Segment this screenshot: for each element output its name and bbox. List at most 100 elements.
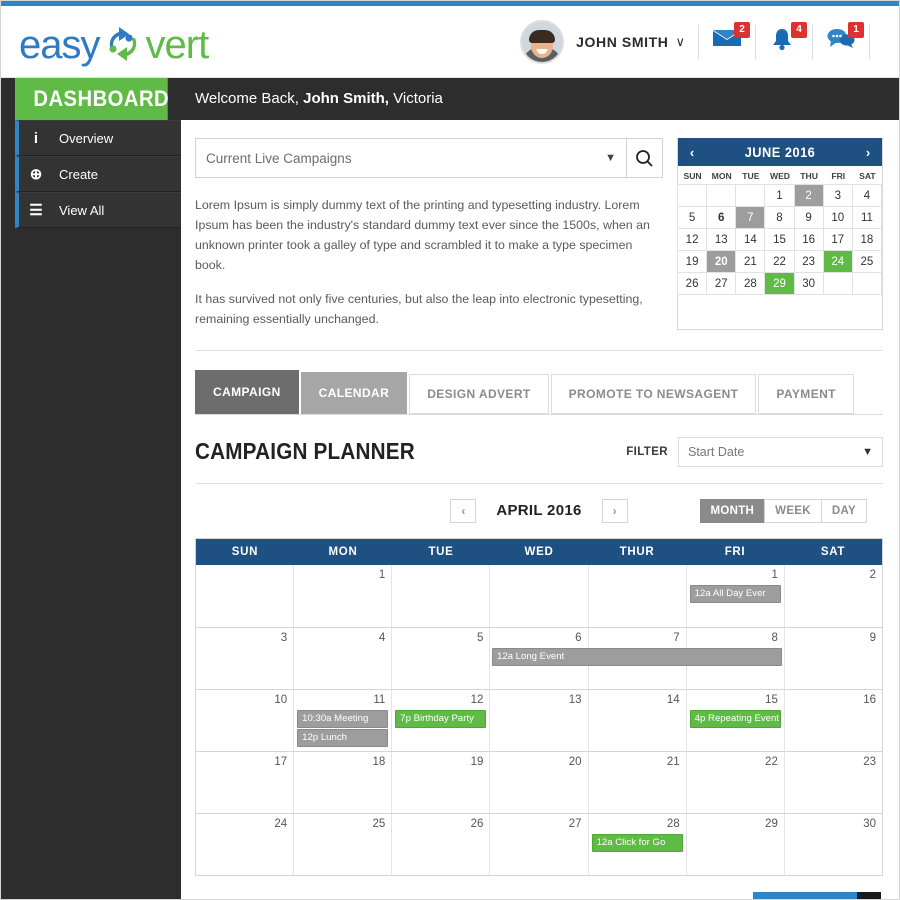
- sidebar-item-overview[interactable]: i Overview: [15, 120, 181, 156]
- sidebar-item-label: Create: [59, 166, 99, 182]
- mini-calendar-day[interactable]: 14: [735, 228, 766, 251]
- calendar-day-cell[interactable]: 3: [196, 628, 293, 689]
- calendar-day-cell[interactable]: 15 4p Repeating Event: [685, 689, 784, 751]
- mini-calendar-day[interactable]: 12: [677, 228, 708, 251]
- search-input[interactable]: Current Live Campaigns ▼: [195, 138, 627, 178]
- mini-calendar-day[interactable]: 29: [764, 272, 795, 295]
- calendar-day-cell[interactable]: [391, 564, 489, 627]
- tab-promote-to-newsagent[interactable]: PROMOTE TO NEWSAGENT: [550, 373, 757, 414]
- calendar-day-cell[interactable]: 16: [783, 689, 882, 751]
- calendar-event-span[interactable]: 12a Long Event: [492, 647, 782, 666]
- calendar-day-cell[interactable]: 20: [489, 751, 587, 813]
- mini-calendar-day[interactable]: 23: [793, 250, 824, 273]
- mini-calendar-prev-button[interactable]: ‹: [678, 145, 706, 160]
- calendar-day-cell[interactable]: 14: [587, 689, 686, 751]
- calendar-day-cell[interactable]: 17: [196, 752, 293, 813]
- logo-vert-text: vert: [145, 22, 210, 67]
- calendar-event[interactable]: 12a Click for Go: [591, 833, 683, 852]
- calendar-day-cell[interactable]: 30: [783, 813, 882, 875]
- mini-calendar-day[interactable]: 6: [706, 206, 737, 229]
- calendar-day-cell[interactable]: [587, 564, 686, 627]
- view-button-month[interactable]: MONTH: [699, 498, 766, 523]
- tab-calendar[interactable]: CALENDAR: [300, 371, 408, 414]
- calendar-event[interactable]: 12p Lunch: [297, 728, 389, 747]
- calendar-day-cell[interactable]: 13: [489, 689, 587, 751]
- mini-calendar-day[interactable]: 28: [735, 272, 766, 295]
- mini-calendar-day[interactable]: 16: [793, 228, 824, 251]
- tab-payment[interactable]: PAYMENT: [758, 373, 854, 414]
- calendar-event[interactable]: 10:30a Meeting: [297, 709, 389, 728]
- calendar-event[interactable]: 4p Repeating Event: [689, 709, 781, 728]
- continue-button[interactable]: CONTINUE ›: [753, 891, 881, 899]
- mini-calendar-day[interactable]: 19: [677, 250, 708, 273]
- calendar-day-cell[interactable]: 4: [293, 627, 391, 689]
- calendar-day-cell[interactable]: 9: [783, 627, 882, 689]
- mini-calendar-day[interactable]: 2: [793, 184, 824, 207]
- calendar-day-cell[interactable]: 29: [685, 813, 784, 875]
- calendar-day-cell[interactable]: 25: [293, 813, 391, 875]
- mini-calendar-day[interactable]: 13: [706, 228, 737, 251]
- avatar[interactable]: [520, 19, 565, 64]
- chat-icon[interactable]: 1: [826, 21, 864, 57]
- dow-label: MON: [711, 171, 732, 181]
- mini-calendar-day[interactable]: 3: [822, 184, 853, 207]
- mini-calendar-day[interactable]: 20: [706, 250, 737, 273]
- calendar-day-cell[interactable]: 2: [783, 564, 882, 627]
- chevron-down-icon[interactable]: ∨: [675, 34, 685, 50]
- mini-calendar-day[interactable]: 18: [851, 228, 882, 251]
- calendar-day-cell[interactable]: [489, 564, 587, 627]
- calendar-day-cell[interactable]: 21: [587, 751, 686, 813]
- mini-calendar-day[interactable]: 26: [677, 272, 708, 295]
- filter-select[interactable]: Start Date ▼: [678, 436, 883, 467]
- calendar-day-cell[interactable]: 10: [196, 690, 293, 751]
- mail-icon[interactable]: 2: [712, 21, 750, 57]
- mini-calendar-day[interactable]: 24: [822, 250, 853, 273]
- calendar-day-cell[interactable]: 28 12a Click for Go: [587, 813, 686, 875]
- mini-calendar-day[interactable]: 7: [735, 206, 766, 229]
- view-button-week[interactable]: WEEK: [764, 498, 822, 523]
- calendar-day-cell[interactable]: 1: [293, 564, 391, 627]
- calendar-day-cell[interactable]: 11 10:30a Meeting 12p Lunch: [293, 689, 391, 751]
- calendar-day-cell[interactable]: 23: [783, 751, 882, 813]
- calendar-day-cell[interactable]: 26: [391, 813, 489, 875]
- mini-calendar-day[interactable]: 25: [851, 250, 882, 273]
- mini-calendar-day[interactable]: 11: [851, 206, 882, 229]
- mini-calendar-day[interactable]: 5: [677, 206, 708, 229]
- calendar-day-cell[interactable]: 22: [685, 751, 784, 813]
- mini-calendar-day[interactable]: 1: [764, 184, 795, 207]
- chevron-down-icon[interactable]: ▼: [605, 152, 616, 164]
- mini-calendar-day[interactable]: 15: [764, 228, 795, 251]
- calendar-day-cell[interactable]: 18: [293, 751, 391, 813]
- mini-calendar-day[interactable]: 21: [735, 250, 766, 273]
- calendar-day-cell[interactable]: 5: [391, 627, 489, 689]
- mini-calendar-day[interactable]: 8: [764, 206, 795, 229]
- calendar-day-cell[interactable]: 1 12a All Day Ever: [685, 564, 784, 627]
- calendar-day-cell[interactable]: 12 7p Birthday Party: [391, 689, 489, 751]
- mini-calendar-day[interactable]: 22: [764, 250, 795, 273]
- mini-calendar-day[interactable]: 9: [793, 206, 824, 229]
- mini-calendar-day[interactable]: 30: [793, 272, 824, 295]
- calendar-prev-button[interactable]: ‹: [450, 498, 477, 523]
- calendar-next-button[interactable]: ›: [601, 498, 628, 523]
- sidebar-item-view-all[interactable]: ☰ View All: [15, 192, 181, 228]
- mini-calendar-day[interactable]: 4: [851, 184, 882, 207]
- bell-icon[interactable]: 4: [769, 21, 807, 57]
- tab-design-advert[interactable]: DESIGN ADVERT: [409, 373, 549, 414]
- calendar-event[interactable]: 12a All Day Ever: [689, 584, 781, 603]
- sidebar-item-create[interactable]: ⊕ Create: [15, 156, 181, 192]
- calendar-day-cell[interactable]: 27: [489, 813, 587, 875]
- calendar-day-number: 27: [568, 817, 582, 830]
- tab-campaign[interactable]: CAMPAIGN: [195, 369, 299, 414]
- mini-calendar-day[interactable]: 10: [822, 206, 853, 229]
- mini-calendar-next-button[interactable]: ›: [854, 145, 882, 160]
- calendar-day-cell[interactable]: 24: [196, 814, 293, 875]
- mini-calendar-day[interactable]: 27: [706, 272, 737, 295]
- search-button[interactable]: [627, 138, 663, 178]
- calendar-day-cell[interactable]: 19: [391, 751, 489, 813]
- calendar-day-number: 15: [765, 693, 778, 706]
- calendar-day-cell[interactable]: [196, 565, 293, 627]
- logo[interactable]: easy vert: [19, 16, 210, 68]
- calendar-event[interactable]: 7p Birthday Party: [395, 709, 487, 728]
- mini-calendar-day[interactable]: 17: [822, 228, 853, 251]
- view-button-day[interactable]: DAY: [820, 498, 867, 523]
